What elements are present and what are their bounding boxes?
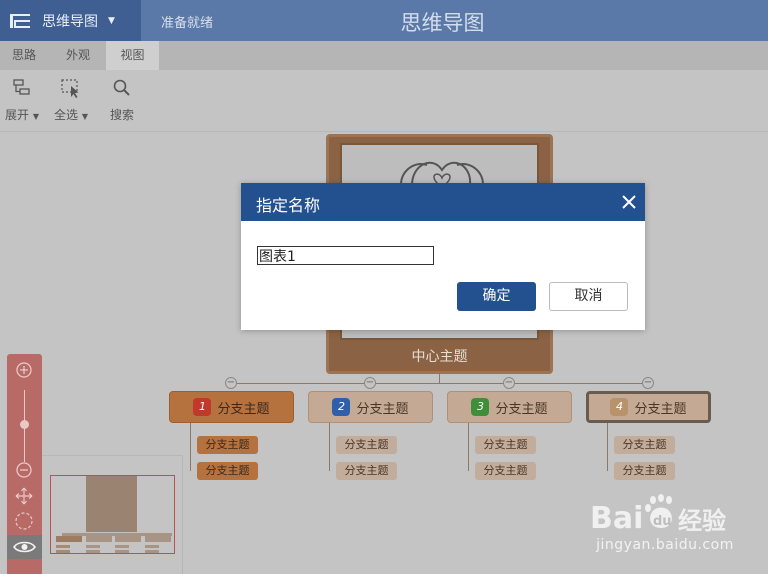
expand-icon — [13, 79, 30, 95]
svg-text:Bai: Bai — [590, 501, 643, 536]
branch-connector — [231, 383, 648, 384]
branch-topic-3[interactable]: 3 分支主题 — [447, 391, 572, 423]
baidu-jingyan-logo: Bai du 经验 — [590, 494, 726, 536]
subtopic[interactable]: 分支主题 — [475, 436, 536, 454]
search-button[interactable]: 搜索 — [97, 78, 147, 123]
dialog-title: 指定名称 — [256, 196, 321, 215]
sub-connector — [607, 423, 608, 471]
minimap-viewport[interactable] — [50, 475, 175, 554]
branch-topic-label: 分支主题 — [356, 401, 409, 417]
expand-button[interactable]: 展开 ▼ — [0, 78, 47, 123]
zoom-out-icon[interactable] — [14, 460, 34, 480]
branch-number-badge: 2 — [332, 398, 351, 416]
subtopic[interactable]: 分支主题 — [197, 436, 258, 454]
branch-number-badge: 4 — [610, 398, 629, 416]
subtopic[interactable]: 分支主题 — [614, 436, 675, 454]
select-all-icon — [61, 79, 79, 98]
toolbar: 展开 ▼ 全选 ▼ 搜索 — [0, 70, 768, 132]
app-menu-button[interactable]: 思维导图 ▼ — [0, 0, 141, 41]
chart-name-input[interactable] — [257, 246, 434, 265]
central-topic-label: 中心主题 — [411, 349, 468, 365]
subtopic[interactable]: 分支主题 — [336, 436, 397, 454]
subtopic[interactable]: 分支主题 — [475, 462, 536, 480]
collapse-toggle[interactable]: − — [364, 377, 376, 389]
svg-text:du: du — [653, 514, 672, 529]
zoom-slider-handle[interactable] — [20, 420, 29, 429]
caret-down-icon: ▼ — [81, 112, 88, 121]
expand-label: 展开 — [5, 108, 30, 122]
tab-appearance[interactable]: 外观 — [52, 41, 104, 70]
subtopic[interactable]: 分支主题 — [197, 462, 258, 480]
document-title: 思维导图 — [400, 11, 485, 35]
minimap[interactable] — [42, 455, 183, 574]
branch-topic-label: 分支主题 — [634, 401, 687, 417]
tab-ideas[interactable]: 思路 — [0, 41, 48, 70]
sub-connector — [190, 423, 191, 471]
branch-number-badge: 3 — [471, 398, 490, 416]
fit-view-icon[interactable] — [14, 511, 34, 531]
subtopic[interactable]: 分支主题 — [336, 462, 397, 480]
zoom-panel — [7, 354, 42, 574]
tab-view[interactable]: 视图 — [106, 41, 159, 70]
subtopic[interactable]: 分支主题 — [614, 462, 675, 480]
dialog-header: 指定名称 — [241, 183, 645, 221]
minimap-toggle[interactable] — [7, 535, 42, 559]
chevron-down-icon: ▼ — [108, 15, 115, 26]
cancel-button[interactable]: 取消 — [549, 282, 628, 311]
zoom-in-icon[interactable] — [14, 360, 34, 380]
caret-down-icon: ▼ — [32, 112, 39, 121]
branch-topic-4[interactable]: 4 分支主题 — [586, 391, 711, 423]
baidu-jingyan-watermark: Bai du 经验 jingyan.baidu.com — [590, 492, 760, 556]
confirm-button[interactable]: 确定 — [457, 282, 536, 311]
menu-tabs: 思路 外观 视图 — [0, 41, 768, 70]
app-name: 思维导图 — [42, 13, 98, 30]
branch-topic-label: 分支主题 — [217, 401, 270, 417]
name-dialog: 指定名称 确定 取消 — [241, 183, 645, 330]
branch-number-badge: 1 — [193, 398, 212, 416]
status-text: 准备就绪 — [161, 16, 214, 31]
move-icon[interactable] — [14, 486, 34, 506]
select-all-label: 全选 — [54, 108, 79, 122]
sub-connector — [329, 423, 330, 471]
sub-connector — [468, 423, 469, 471]
svg-text:经验: 经验 — [678, 507, 726, 535]
close-icon[interactable] — [620, 193, 638, 211]
search-label: 搜索 — [109, 108, 134, 122]
watermark-url: jingyan.baidu.com — [596, 537, 734, 553]
center-connector — [439, 374, 440, 383]
collapse-toggle[interactable]: − — [642, 377, 654, 389]
branch-topic-label: 分支主题 — [495, 401, 548, 417]
mindmap-logo-icon — [10, 12, 32, 30]
select-all-button[interactable]: 全选 ▼ — [46, 78, 96, 123]
collapse-toggle[interactable]: − — [225, 377, 237, 389]
search-icon — [113, 79, 130, 96]
title-bar: 思维导图 ▼ 准备就绪 思维导图 — [0, 0, 768, 41]
eye-icon — [13, 541, 36, 553]
branch-topic-2[interactable]: 2 分支主题 — [308, 391, 433, 423]
branch-topic-1[interactable]: 1 分支主题 — [169, 391, 294, 423]
collapse-toggle[interactable]: − — [503, 377, 515, 389]
